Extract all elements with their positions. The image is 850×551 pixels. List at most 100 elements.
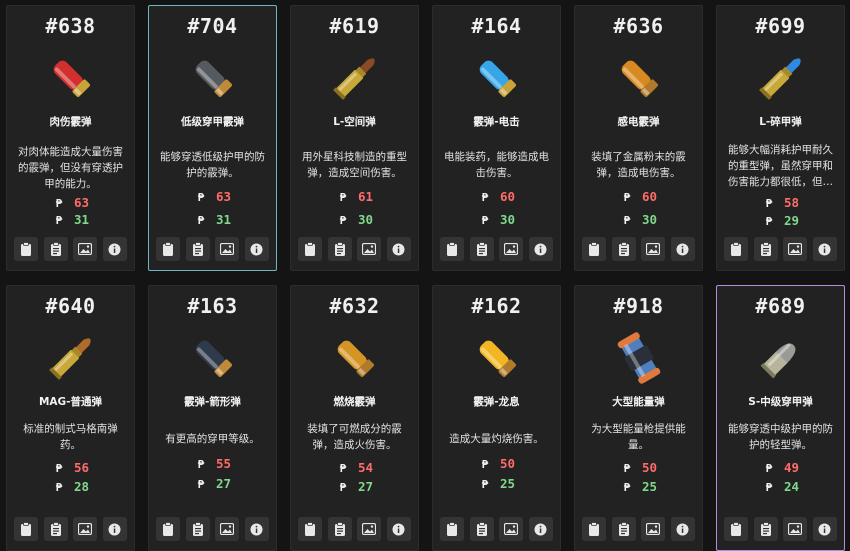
image-icon (78, 243, 93, 255)
penetration-stat: ₱ 31 (149, 212, 276, 228)
energy-cell-icon (575, 328, 702, 388)
damage-value: 49 (783, 460, 800, 475)
clipboard-button[interactable] (582, 517, 606, 541)
info-icon (250, 243, 263, 256)
damage-value: 63 (215, 189, 232, 204)
clipboard-button[interactable] (298, 237, 322, 261)
image-button[interactable] (499, 517, 524, 541)
image-button[interactable] (641, 517, 666, 541)
clipboard-button[interactable] (156, 237, 180, 261)
image-button[interactable] (215, 517, 240, 541)
image-button[interactable] (73, 517, 98, 541)
penetration-stat: ₱ 31 (7, 212, 134, 228)
clipboard-list-button[interactable] (753, 237, 778, 261)
shell-dark-icon (149, 328, 276, 388)
info-button[interactable] (102, 237, 127, 261)
ammo-grid: #638 肉伤霰弹 对肉体能造成大量伤害 的霰弹，但没有穿透护 甲的能力。 ₱ 63 ₱ 31… (0, 0, 850, 551)
ammo-card[interactable]: #636 感电霰弹 装填了金属粉末的霰 弹，造成电伤害。 ₱ 60 ₱ 30 (574, 5, 703, 271)
ammo-card[interactable]: #640 MAG-普通弹 标准的制式马格南弹 药。 ₱ 56 ₱ 28 (6, 285, 135, 551)
penetration-value: 27 (357, 479, 374, 494)
info-button[interactable] (102, 517, 127, 541)
clipboard-button[interactable] (440, 517, 464, 541)
clipboard-list-button[interactable] (185, 237, 210, 261)
image-button[interactable] (783, 517, 808, 541)
info-button[interactable] (812, 237, 837, 261)
info-button[interactable] (670, 517, 695, 541)
info-button[interactable] (244, 237, 269, 261)
ammo-id: #638 (45, 14, 96, 38)
penetration-icon: ₱ (55, 481, 63, 494)
ammo-card[interactable]: #638 肉伤霰弹 对肉体能造成大量伤害 的霰弹，但没有穿透护 甲的能力。 ₱ 63 ₱ 31 (6, 5, 135, 271)
clipboard-list-button[interactable] (327, 237, 352, 261)
info-icon (818, 523, 831, 536)
clipboard-list-button[interactable] (43, 517, 68, 541)
clipboard-list-button[interactable] (611, 517, 636, 541)
clipboard-list-icon (192, 242, 204, 256)
info-button[interactable] (670, 237, 695, 261)
clipboard-button[interactable] (582, 237, 606, 261)
clipboard-list-icon (760, 522, 772, 536)
image-icon (220, 243, 235, 255)
info-button[interactable] (528, 237, 553, 261)
damage-icon: ₱ (55, 462, 63, 475)
image-button[interactable] (215, 237, 240, 261)
image-button[interactable] (641, 237, 666, 261)
info-button[interactable] (386, 517, 411, 541)
card-actions (14, 517, 127, 541)
info-button[interactable] (812, 517, 837, 541)
ammo-description: 为大型能量枪提供能 量。 (591, 423, 686, 451)
image-icon (646, 523, 661, 535)
ammo-card[interactable]: #164 霰弹-电击 电能装药，能够造成电 击伤害。 ₱ 60 ₱ 30 (432, 5, 561, 271)
rifle-blue-icon (717, 48, 844, 108)
ammo-card[interactable]: #632 燃烧霰弹 装填了可燃成分的霰 弹，造成火伤害。 ₱ 54 ₱ 27 (290, 285, 419, 551)
clipboard-list-button[interactable] (469, 237, 494, 261)
image-button[interactable] (73, 237, 98, 261)
clipboard-list-button[interactable] (611, 237, 636, 261)
ammo-description: 能够大幅消耗护甲耐久 的重型弹，虽然穿甲和 伤害能力都很低，但… (728, 144, 833, 188)
ammo-name: L-空间弹 (333, 116, 376, 128)
clipboard-list-button[interactable] (43, 237, 68, 261)
clipboard-list-icon (334, 242, 346, 256)
clipboard-button[interactable] (156, 517, 180, 541)
penetration-stat: ₱ 28 (7, 479, 134, 495)
image-icon (220, 523, 235, 535)
clipboard-button[interactable] (724, 517, 748, 541)
image-button[interactable] (499, 237, 524, 261)
image-button[interactable] (783, 237, 808, 261)
info-button[interactable] (386, 237, 411, 261)
clipboard-list-button[interactable] (469, 517, 494, 541)
ammo-card[interactable]: #704 低级穿甲霰弹 能够穿透低级护甲的防 护的霰弹。 ₱ 63 ₱ 31 (148, 5, 277, 271)
clipboard-list-button[interactable] (753, 517, 778, 541)
info-button[interactable] (528, 517, 553, 541)
ammo-name: S-中级穿甲弹 (748, 396, 813, 408)
penetration-stat: ₱ 27 (149, 476, 276, 492)
info-button[interactable] (244, 517, 269, 541)
penetration-value: 28 (73, 479, 90, 494)
clipboard-list-icon (618, 522, 630, 536)
clipboard-button[interactable] (298, 517, 322, 541)
ammo-card[interactable]: #619 L-空间弹 用外星科技制造的重型 弹，造成空间伤害。 ₱ 61 ₱ 30 (290, 5, 419, 271)
image-icon (646, 243, 661, 255)
penetration-icon: ₱ (765, 215, 773, 228)
damage-value: 54 (357, 460, 374, 475)
clipboard-list-button[interactable] (327, 517, 352, 541)
card-actions (440, 517, 553, 541)
clipboard-list-button[interactable] (185, 517, 210, 541)
ammo-card[interactable]: #689 S-中级穿甲弹 能够穿透中级护甲的防 护的轻型弹。 ₱ 49 ₱ 24 (716, 285, 845, 551)
clipboard-button[interactable] (14, 517, 38, 541)
penetration-stat: ₱ 25 (433, 476, 560, 492)
info-icon (250, 523, 263, 536)
ammo-card[interactable]: #163 霰弹-箭形弹 有更高的穿甲等级。 ₱ 55 ₱ 27 (148, 285, 277, 551)
info-icon (108, 243, 121, 256)
image-button[interactable] (357, 237, 382, 261)
clipboard-button[interactable] (724, 237, 748, 261)
ammo-card[interactable]: #162 霰弹-龙息 造成大量灼烧伤害。 ₱ 50 ₱ 25 (432, 285, 561, 551)
image-button[interactable] (357, 517, 382, 541)
shell-yellow-icon (433, 328, 560, 388)
damage-stat: ₱ 61 (291, 189, 418, 205)
clipboard-button[interactable] (440, 237, 464, 261)
ammo-card[interactable]: #918 大型能量弹 为大型能量枪提供能 量。 ₱ 50 ₱ 25 (574, 285, 703, 551)
penetration-icon: ₱ (623, 214, 631, 227)
ammo-card[interactable]: #699 L-碎甲弹 能够大幅消耗护甲耐久 的重型弹，虽然穿甲和 伤害能力都很低，但…… (716, 5, 845, 271)
clipboard-button[interactable] (14, 237, 38, 261)
